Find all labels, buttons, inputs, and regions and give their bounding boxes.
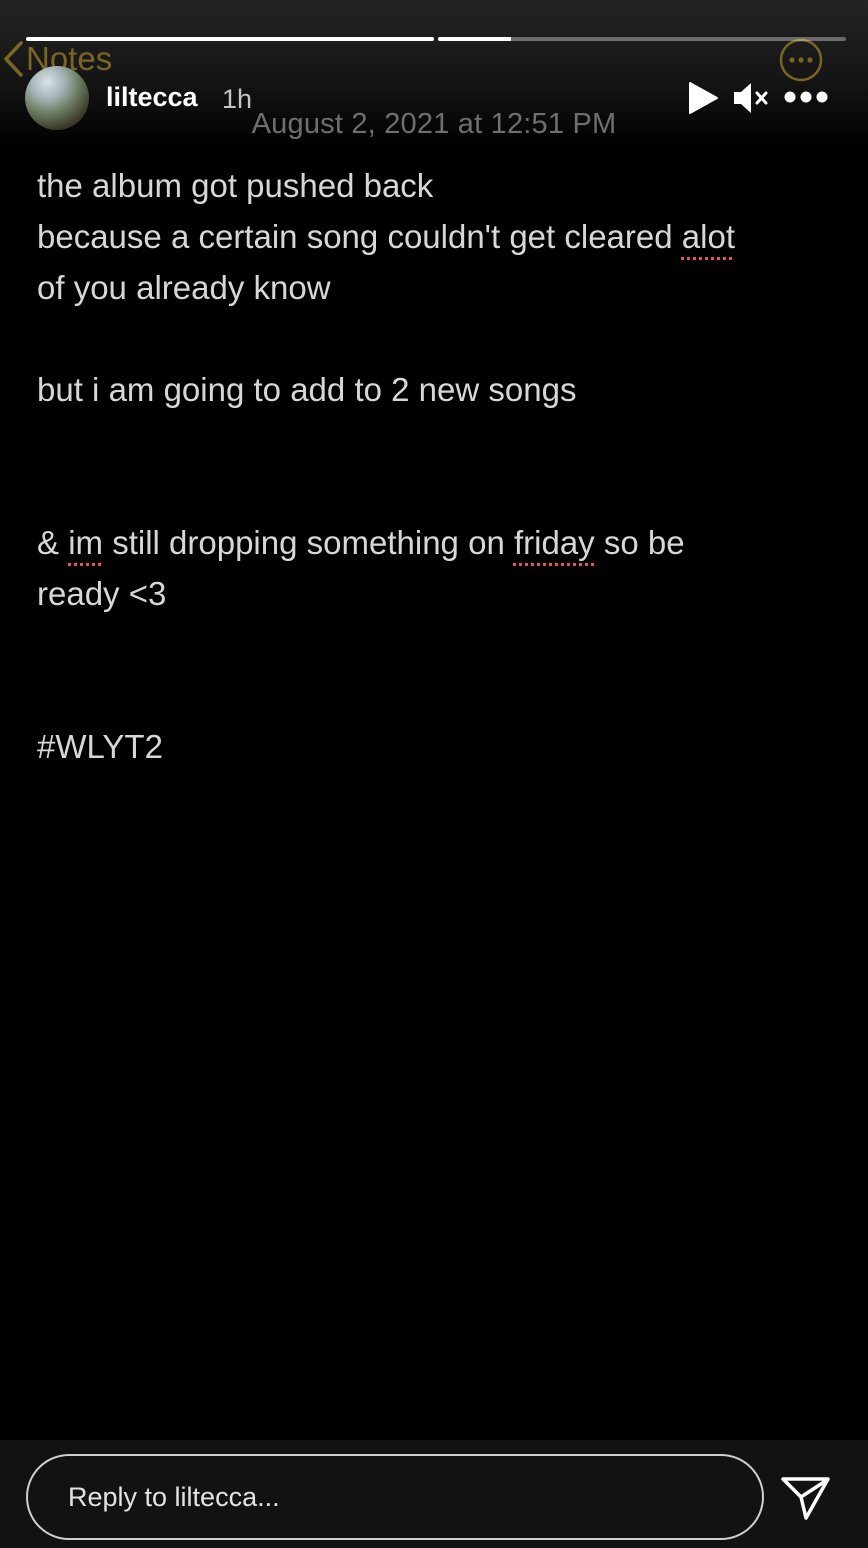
note-line: but i am going to add to 2 new songs xyxy=(37,371,577,408)
note-line: ready <3 xyxy=(37,575,167,612)
progress-segment xyxy=(26,37,434,41)
chevron-left-icon xyxy=(4,41,23,77)
misspelled-word: im xyxy=(68,524,104,561)
reply-input[interactable]: Reply to liltecca... xyxy=(26,1454,764,1540)
progress-segment xyxy=(438,37,846,41)
note-body: the album got pushed back because a certa… xyxy=(37,160,837,772)
note-line: #WLYT2 xyxy=(37,728,163,765)
ellipsis-circle-icon xyxy=(779,38,823,82)
send-paper-plane-icon[interactable] xyxy=(780,1474,832,1522)
post-time: 1h xyxy=(222,84,253,114)
note-line: of you already know xyxy=(37,269,331,306)
story-progress xyxy=(26,37,846,41)
speaker-muted-icon[interactable] xyxy=(732,80,772,116)
note-line xyxy=(37,313,837,364)
note-line xyxy=(37,466,837,517)
more-horizontal-icon[interactable] xyxy=(784,88,828,106)
note-line xyxy=(37,415,837,466)
note-line xyxy=(37,619,837,670)
note-line: the album got pushed back xyxy=(37,167,434,204)
play-icon[interactable] xyxy=(686,80,720,116)
progress-fill xyxy=(26,37,434,41)
note-line xyxy=(37,670,837,721)
misspelled-word: alot xyxy=(681,218,735,255)
progress-fill xyxy=(438,37,512,41)
note-line: & im still dropping something on friday … xyxy=(37,524,685,561)
reply-placeholder: Reply to liltecca... xyxy=(68,1481,280,1512)
note-line: because a certain song couldn't get clea… xyxy=(37,218,735,255)
misspelled-word: friday xyxy=(513,524,595,561)
avatar[interactable] xyxy=(25,66,89,130)
username[interactable]: liltecca xyxy=(106,82,198,113)
